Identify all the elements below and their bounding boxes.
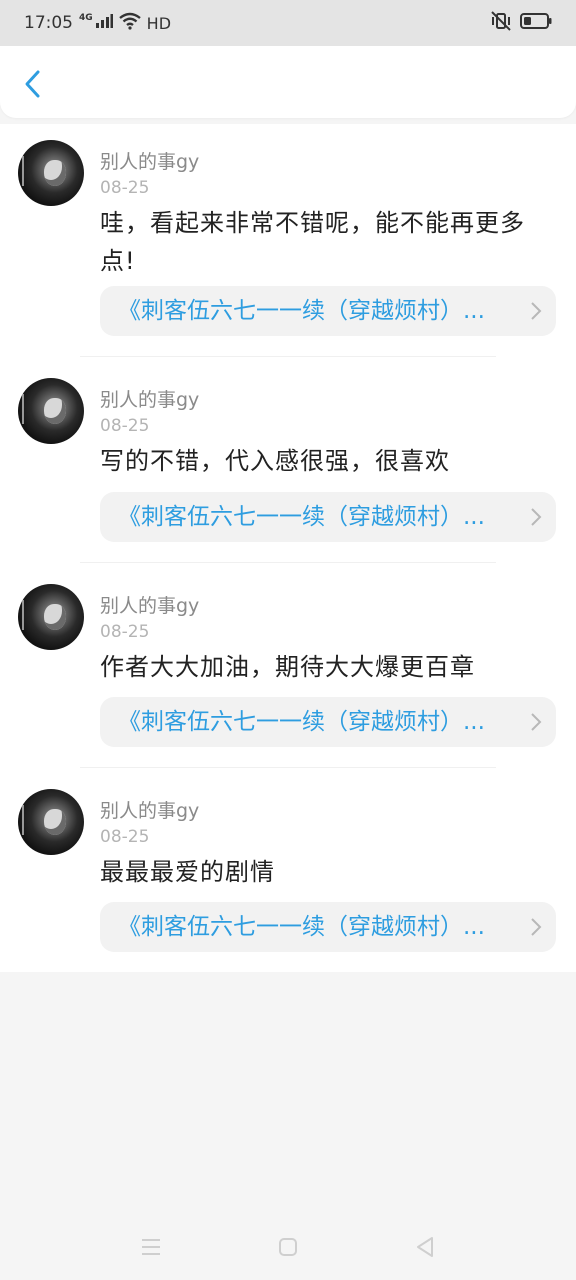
status-time: 17:05 (24, 13, 73, 33)
book-title: 《刺客伍六七一一续（穿越烦村）... (118, 298, 485, 324)
chevron-right-icon (531, 918, 542, 936)
book-link[interactable]: 《刺客伍六七一一续（穿越烦村）... (100, 902, 556, 952)
navigation-bar (0, 1212, 576, 1280)
network-type: 4G (79, 13, 93, 23)
comment-text: 写的不错，代入感很强，很喜欢 (100, 447, 450, 475)
home-button[interactable] (273, 1232, 303, 1262)
comment-text: 最最最爱的剧情 (100, 858, 275, 886)
wifi-icon (118, 12, 141, 35)
signal-icon (95, 13, 113, 34)
avatar[interactable] (18, 584, 84, 650)
chevron-left-icon (25, 70, 40, 98)
divider (80, 562, 496, 563)
hd-label: HD (146, 13, 172, 33)
comment-date: 08-25 (100, 622, 150, 642)
avatar[interactable] (18, 378, 84, 444)
avatar[interactable] (18, 140, 84, 206)
comment-date: 08-25 (100, 827, 150, 847)
comment-text: 作者大大加油，期待大大爆更百章 (100, 653, 475, 681)
comment-username[interactable]: 别人的事gy (100, 147, 199, 174)
battery-icon (520, 12, 552, 35)
comment-username[interactable]: 别人的事gy (100, 591, 199, 618)
comment-item: 别人的事gy 08-25 最最最爱的剧情 《刺客伍六七一一续（穿越烦村）... (0, 773, 576, 972)
chevron-right-icon (531, 508, 542, 526)
book-title: 《刺客伍六七一一续（穿越烦村）... (118, 709, 485, 735)
comment-list: 别人的事gy 08-25 哇，看起来非常不错呢，能不能再更多点! 《刺客伍六七一… (0, 124, 576, 972)
divider (80, 356, 496, 357)
book-link[interactable]: 《刺客伍六七一一续（穿越烦村）... (100, 697, 556, 747)
book-title: 《刺客伍六七一一续（穿越烦村）... (118, 914, 485, 940)
back-triangle-icon (417, 1237, 433, 1257)
comment-username[interactable]: 别人的事gy (100, 796, 199, 823)
avatar[interactable] (18, 789, 84, 855)
status-right (490, 0, 552, 46)
status-bar: 17:05 4G HD (0, 0, 576, 46)
comment-date: 08-25 (100, 178, 150, 198)
comment-text: 哇，看起来非常不错呢，能不能再更多点! (100, 209, 525, 275)
chevron-right-icon (531, 713, 542, 731)
comment-username[interactable]: 别人的事gy (100, 385, 199, 412)
chevron-right-icon (531, 302, 542, 320)
home-square-icon (279, 1238, 297, 1256)
comment-item: 别人的事gy 08-25 写的不错，代入感很强，很喜欢 《刺客伍六七一一续（穿越… (0, 362, 576, 562)
book-title: 《刺客伍六七一一续（穿越烦村）... (118, 504, 485, 530)
menu-button[interactable] (136, 1232, 166, 1262)
book-link[interactable]: 《刺客伍六七一一续（穿越烦村）... (100, 492, 556, 542)
divider (80, 767, 496, 768)
vibrate-off-icon (490, 10, 512, 36)
menu-icon (142, 1239, 160, 1255)
header (0, 46, 576, 118)
status-left: 17:05 4G HD (24, 0, 171, 46)
back-button[interactable] (16, 66, 48, 102)
comment-date: 08-25 (100, 416, 150, 436)
back-nav-button[interactable] (410, 1232, 440, 1262)
comment-item: 别人的事gy 08-25 作者大大加油，期待大大爆更百章 《刺客伍六七一一续（穿… (0, 568, 576, 768)
comment-item: 别人的事gy 08-25 哇，看起来非常不错呢，能不能再更多点! 《刺客伍六七一… (0, 124, 576, 356)
book-link[interactable]: 《刺客伍六七一一续（穿越烦村）... (100, 286, 556, 336)
